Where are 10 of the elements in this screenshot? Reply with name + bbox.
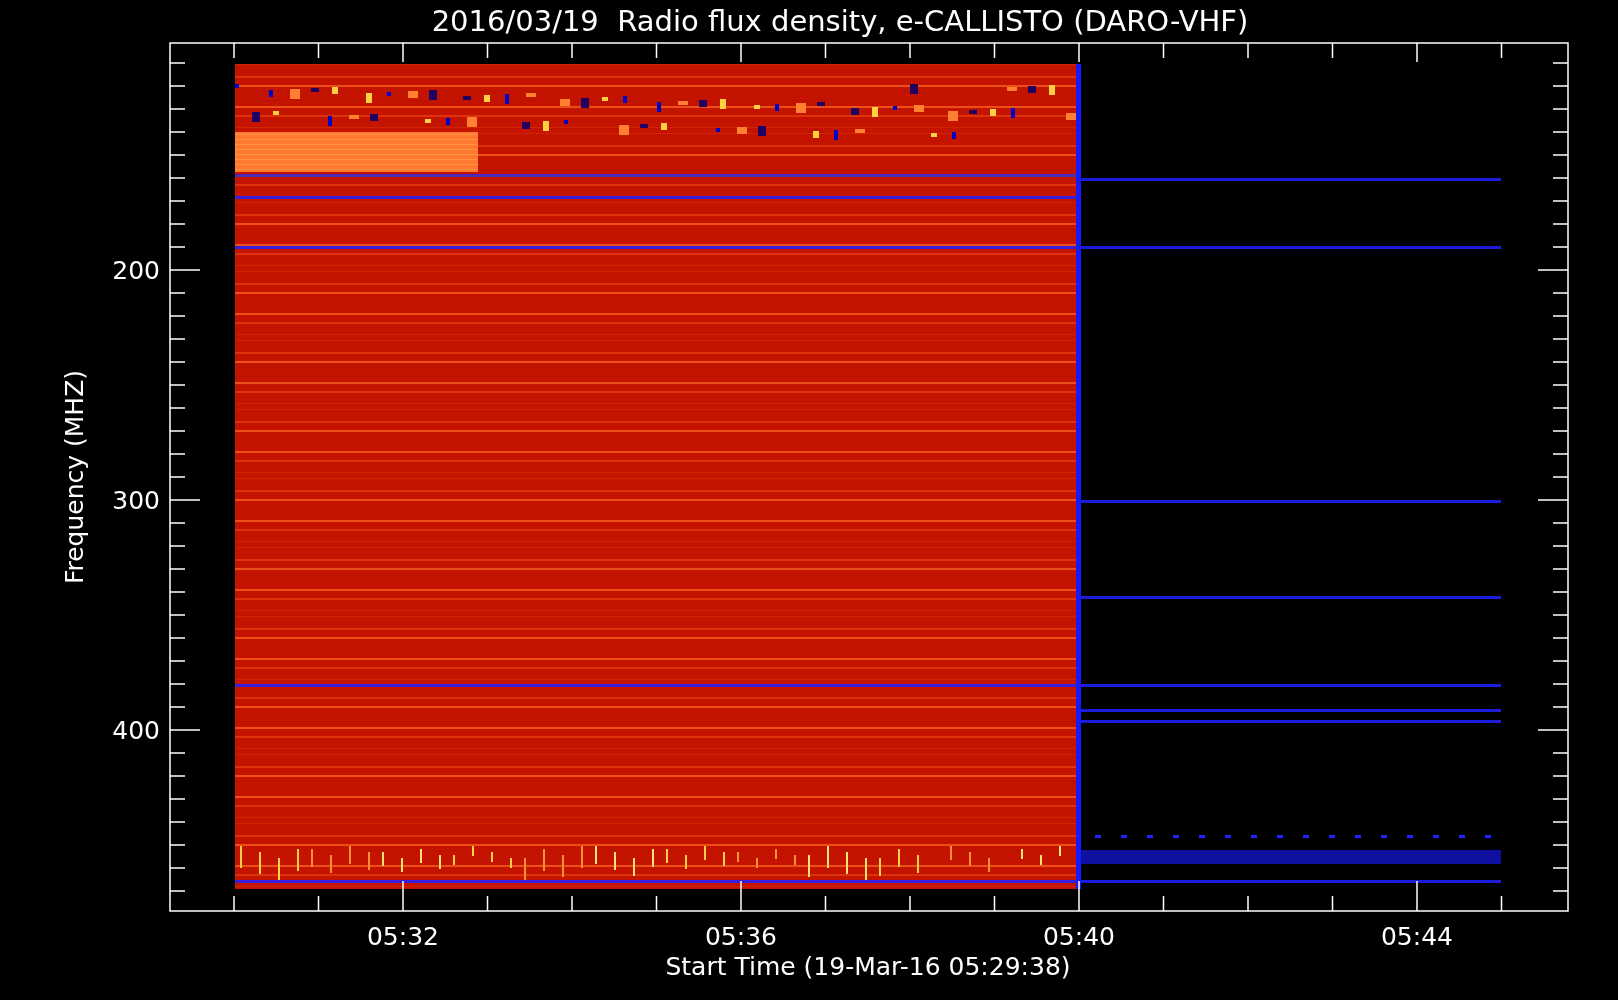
- x-tick-label: 05:36: [705, 922, 777, 951]
- y-tick-label: 400: [112, 716, 160, 745]
- y-tick-label: 200: [112, 256, 160, 285]
- chart-title: 2016/03/19 Radio flux density, e-CALLISTO (DARO-VHF): [431, 4, 1249, 38]
- axis-title: Frequency (MHZ): [60, 369, 89, 585]
- x-tick-label: 05:32: [367, 922, 439, 951]
- x-tick-label: 05:44: [1381, 922, 1453, 951]
- y-tick-label: 300: [112, 486, 160, 515]
- axis-title: Start Time (19-Mar-16 05:29:38): [665, 952, 1071, 981]
- x-tick-label: 05:40: [1043, 922, 1115, 951]
